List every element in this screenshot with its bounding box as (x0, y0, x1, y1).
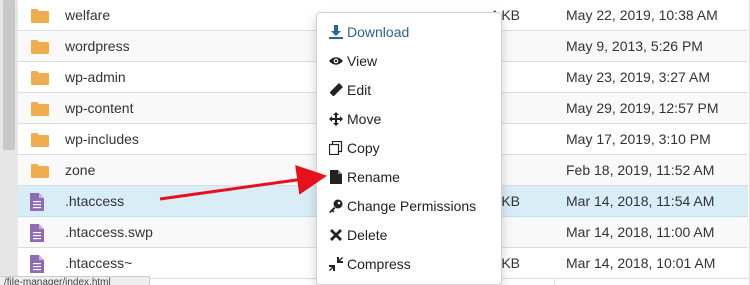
menu-item-compress[interactable]: Compress (317, 249, 501, 278)
file-icon (30, 248, 44, 279)
file-name[interactable]: .htaccess (65, 186, 124, 217)
menu-item-move[interactable]: Move (317, 104, 501, 133)
file-modified-date: May 29, 2019, 12:57 PM (566, 100, 719, 116)
menu-item-edit[interactable]: Edit (317, 75, 501, 104)
scrollbar-thumb[interactable] (3, 0, 15, 150)
key-icon (329, 199, 343, 213)
menu-item-label: Rename (347, 168, 400, 185)
file-icon (329, 169, 343, 184)
folder-icon (30, 0, 50, 31)
folder-icon (30, 31, 50, 62)
file-modified-date: Mar 14, 2018, 11:00 AM (566, 224, 715, 240)
file-modified-date: Mar 14, 2018, 10:01 AM (566, 255, 716, 271)
menu-item-label: Delete (347, 226, 388, 243)
move-arrows-icon (329, 111, 343, 126)
file-modified-date: Feb 18, 2019, 11:52 AM (566, 162, 715, 178)
file-name[interactable]: zone (65, 155, 95, 186)
menu-item-label: Edit (347, 81, 372, 98)
compress-icon (329, 256, 343, 271)
copy-icon (329, 140, 343, 155)
file-name[interactable]: .htaccess.swp (65, 217, 153, 248)
menu-item-rename[interactable]: Rename (317, 162, 501, 191)
pencil-icon (329, 82, 343, 97)
file-name[interactable]: wordpress (65, 31, 130, 62)
menu-item-label: Download (347, 23, 410, 40)
menu-item-label: Change Permissions (347, 197, 477, 214)
menu-item-view[interactable]: View (317, 46, 501, 75)
file-name[interactable]: wp-admin (65, 62, 126, 93)
folder-icon (30, 124, 50, 155)
download-icon (329, 24, 343, 39)
menu-item-delete[interactable]: Delete (317, 220, 501, 249)
menu-item-label: Copy (347, 139, 380, 156)
file-modified-date: May 9, 2013, 5:26 PM (566, 38, 703, 54)
file-icon (30, 217, 44, 248)
x-icon (329, 228, 343, 242)
file-modified-date: Mar 14, 2018, 11:54 AM (566, 193, 715, 209)
context-menu: Download View Edit Move Copy Rename Change Per… (316, 12, 502, 285)
status-tooltip: /file-manager/index.html (0, 276, 150, 285)
file-manager-view: welfare 4 KB May 22, 2019, 10:38 AM wordpre… (0, 0, 750, 285)
menu-item-label: View (347, 52, 378, 69)
menu-item-change-permissions[interactable]: Change Permissions (317, 191, 501, 220)
file-name[interactable]: wp-includes (65, 124, 139, 155)
menu-item-label: Compress (347, 255, 411, 272)
file-name[interactable]: wp-content (65, 93, 133, 124)
menu-item-copy[interactable]: Copy (317, 133, 501, 162)
file-name[interactable]: welfare (65, 0, 110, 31)
folder-icon (30, 62, 50, 93)
left-scroll-track[interactable] (0, 0, 18, 285)
menu-item-label: Move (347, 110, 382, 127)
menu-item-download[interactable]: Download (317, 17, 501, 46)
folder-icon (30, 93, 50, 124)
file-modified-date: May 17, 2019, 3:10 PM (566, 131, 711, 147)
file-icon (30, 186, 44, 217)
file-modified-date: May 22, 2019, 10:38 AM (566, 7, 718, 23)
file-name[interactable]: .htaccess~ (65, 248, 132, 279)
folder-icon (30, 155, 50, 186)
eye-icon (329, 54, 343, 68)
file-modified-date: May 23, 2019, 3:27 AM (566, 69, 710, 85)
